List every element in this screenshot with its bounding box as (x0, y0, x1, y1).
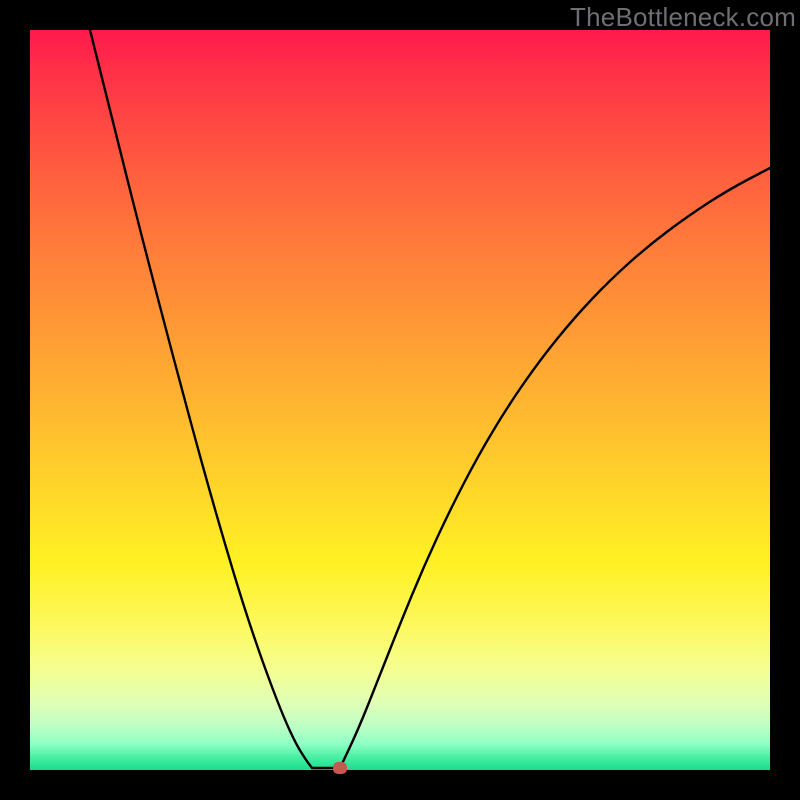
watermark-text: TheBottleneck.com (570, 2, 796, 33)
curve-path (90, 30, 770, 768)
optimum-marker (333, 762, 347, 774)
bottleneck-curve (30, 30, 770, 770)
plot-area (30, 30, 770, 770)
chart-frame: TheBottleneck.com (0, 0, 800, 800)
